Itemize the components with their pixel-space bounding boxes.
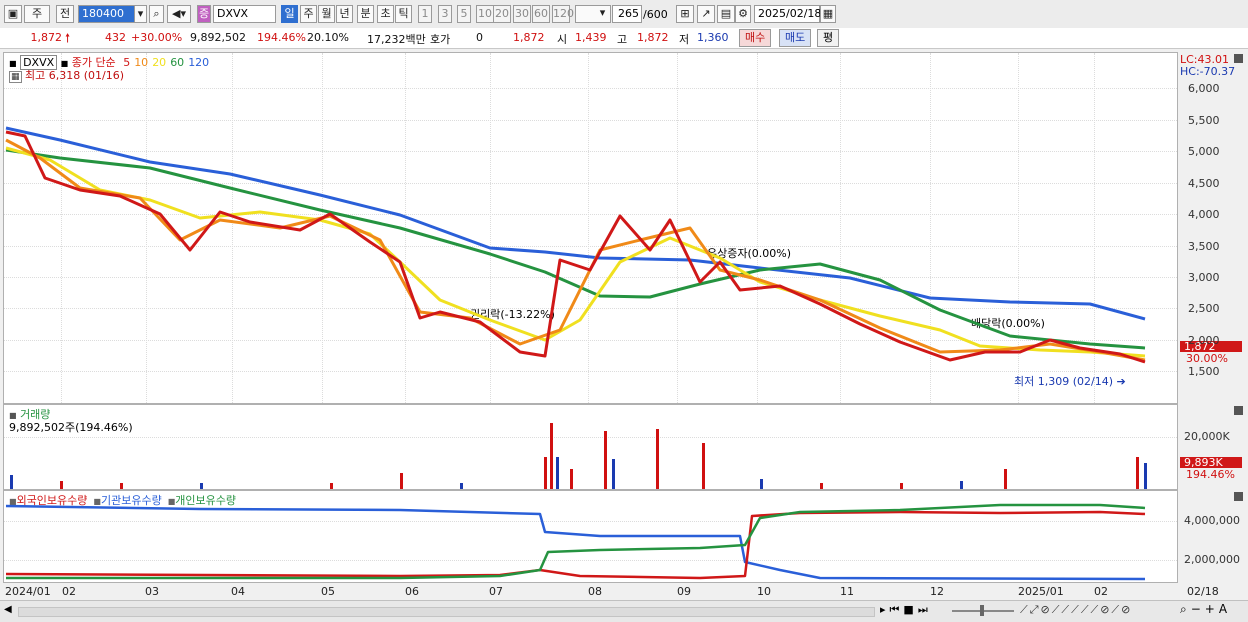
volume-bar — [10, 475, 13, 489]
x-axis-label: 09 — [677, 585, 691, 598]
drawing-tools-icon[interactable]: ⟋⤢⊘⟋⟋⟋⟋⟋⊘⟋⊘ — [1020, 603, 1132, 617]
volume-bar — [604, 431, 607, 489]
volume-bar — [544, 457, 547, 489]
ma-10-line — [5, 138, 1146, 362]
zoom-slider-handle[interactable] — [980, 605, 984, 616]
x-right-label: 02/18 — [1187, 585, 1219, 598]
x-axis-label: 02 — [1094, 585, 1108, 598]
x-axis-label: 02 — [62, 585, 76, 598]
volume-bar — [760, 479, 763, 489]
x-axis-label: 2024/01 — [5, 585, 51, 598]
ma-60-line — [5, 148, 1146, 350]
volume-bar — [820, 483, 823, 489]
volume-bar — [702, 443, 705, 489]
price-y-tick: 5,000 — [1188, 145, 1220, 158]
x-axis-label: 12 — [930, 585, 944, 598]
individual-holding-line — [6, 503, 1146, 580]
institution-holding-line — [5, 504, 1146, 581]
volume-bar — [460, 483, 463, 489]
x-axis-label: 08 — [588, 585, 602, 598]
x-axis-label: 04 — [231, 585, 245, 598]
price-y-tick: 1,500 — [1188, 365, 1220, 378]
volume-bar — [960, 481, 963, 489]
volume-bar — [330, 483, 333, 489]
volume-bar — [200, 483, 203, 489]
chart-canvas — [5, 126, 1147, 581]
scroll-left-icon[interactable]: ◀ — [4, 604, 12, 615]
price-y-tick: 6,000 — [1188, 82, 1220, 95]
price-y-tick: 2,500 — [1188, 302, 1220, 315]
volume-bar — [550, 423, 553, 489]
volume-bar — [900, 483, 903, 489]
volume-bar — [1004, 469, 1007, 489]
volume-bar — [612, 459, 615, 489]
volume-bar — [656, 429, 659, 489]
volume-bar — [60, 481, 63, 489]
ma-20-line — [5, 146, 1146, 358]
volume-bar — [400, 473, 403, 489]
x-axis-label: 03 — [145, 585, 159, 598]
volume-bar — [570, 469, 573, 489]
price-y-tick: 2,000 — [1188, 334, 1220, 347]
ma-120-line — [5, 126, 1146, 321]
price-y-tick: 3,500 — [1188, 240, 1220, 253]
volume-bar — [1144, 463, 1147, 489]
volume-bar — [120, 483, 123, 489]
zoom-controls[interactable]: ⌕−+A — [1180, 602, 1231, 617]
volume-bar — [1136, 457, 1139, 489]
x-axis-label: 07 — [489, 585, 503, 598]
price-y-tick: 5,500 — [1188, 114, 1220, 127]
price-y-tick: 4,500 — [1188, 177, 1220, 190]
price-y-tick: 3,000 — [1188, 271, 1220, 284]
playback-controls[interactable]: ▸⏮■⏭ — [880, 603, 932, 617]
x-axis-label: 10 — [757, 585, 771, 598]
foreign-holding-line — [5, 510, 1146, 580]
x-axis-label: 11 — [840, 585, 854, 598]
price-y-tick: 4,000 — [1188, 208, 1220, 221]
x-axis-label: 2025/01 — [1018, 585, 1064, 598]
volume-bar — [556, 457, 559, 489]
scrollbar[interactable] — [18, 607, 875, 617]
x-axis-label: 06 — [405, 585, 419, 598]
x-axis-label: 05 — [321, 585, 335, 598]
status-bar: ◀ ▸⏮■⏭ ⟋⤢⊘⟋⟋⟋⟋⟋⊘⟋⊘ ⌕−+A — [0, 600, 1248, 622]
